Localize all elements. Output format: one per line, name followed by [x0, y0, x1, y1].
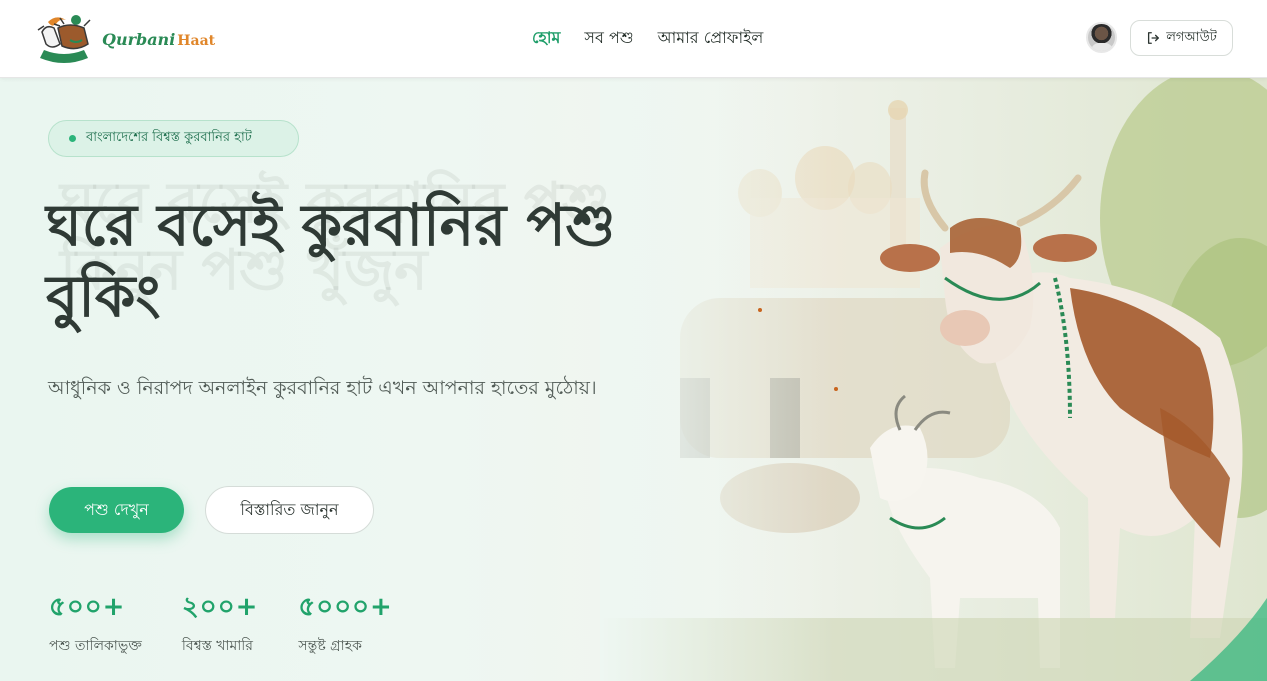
stat-label: বিশ্বস্ত খামারি: [181, 638, 254, 654]
stat-animals: ৫০০+ পশু তালিকাভুক্ত: [49, 586, 142, 658]
logout-icon: [1148, 32, 1160, 44]
stats-row: ৫০০+ পশু তালিকাভুক্ত ২০০+ বিশ্বস্ত খামার…: [49, 586, 393, 658]
brand-name-part2: Haat: [177, 32, 216, 49]
brand-name: Qurbani Haat: [102, 30, 215, 49]
brand-name-part1: Qurbani: [102, 29, 176, 49]
learn-more-button[interactable]: বিস্তারিত জানুন: [205, 486, 374, 534]
cow-goat-market-illustration: [600, 78, 1267, 681]
decor-speck: [834, 387, 838, 391]
cow-goat-crescent-logo: [37, 15, 91, 63]
hero-title-line-2: বুকিং: [46, 261, 161, 330]
nav-item-my-profile[interactable]: আমার প্রোফাইল: [658, 25, 764, 52]
view-animals-button[interactable]: পশু দেখুন: [49, 487, 184, 533]
main-nav: হোম সব পশু আমার প্রোফাইল: [532, 25, 763, 52]
user-avatar[interactable]: [1086, 22, 1117, 53]
hero-title-line-1: ঘরে বসেই কুরবানির পশু: [46, 191, 616, 259]
stat-value: ২০০+: [181, 592, 259, 622]
hero-section: বাংলাদেশের বিশ্বস্ত কুরবানির হাট ঘরে বসে…: [0, 78, 1267, 681]
hero-subtitle: আধুনিক ও নিরাপদ অনলাইন কুরবানির হাট এখন …: [48, 377, 597, 399]
brand-logo[interactable]: Qurbani Haat: [30, 10, 230, 68]
decor-speck: [758, 308, 762, 312]
nav-item-all-animals[interactable]: সব পশু: [584, 25, 633, 52]
stat-label: পশু তালিকাভুক্ত: [49, 638, 142, 654]
badge-dot-icon: [69, 135, 76, 142]
stat-label: সন্তুষ্ট গ্রাহক: [298, 638, 362, 654]
hero-title: ঘরে বসেই কুরবানির পশু বুকিং: [46, 190, 746, 332]
stat-value: ৫০০+: [49, 592, 126, 622]
nav-item-home[interactable]: হোম: [532, 25, 560, 52]
badge-text: বাংলাদেশের বিশ্বস্ত কুরবানির হাট: [86, 130, 252, 145]
stat-customers: ৫০০০+ সন্তুষ্ট গ্রাহক: [298, 586, 392, 658]
stat-farmers: ২০০+ বিশ্বস্ত খামারি: [182, 586, 259, 658]
logout-label: লগআউট: [1166, 29, 1217, 45]
top-navbar: Qurbani Haat হোম সব পশু আমার প্রোফাইল লগআ…: [0, 0, 1267, 78]
trust-badge: বাংলাদেশের বিশ্বস্ত কুরবানির হাট: [48, 120, 299, 157]
stat-value: ৫০০০+: [298, 592, 393, 622]
logout-button[interactable]: লগআউট: [1130, 20, 1233, 56]
